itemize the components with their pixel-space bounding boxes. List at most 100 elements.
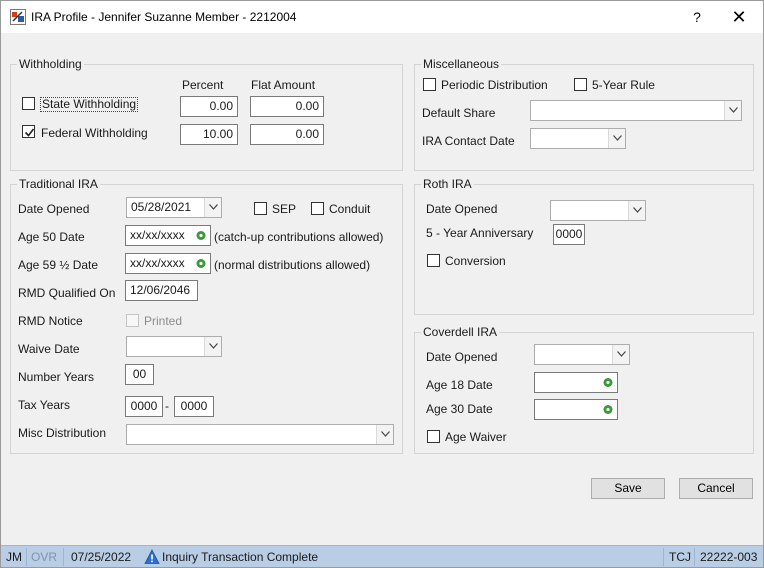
printed-checkbox xyxy=(126,314,139,327)
eye-icon[interactable] xyxy=(195,230,207,241)
trad-date-opened-dropdown[interactable] xyxy=(204,198,221,217)
coverdell-ira-legend: Coverdell IRA xyxy=(423,325,498,339)
eye-icon[interactable] xyxy=(602,404,614,415)
status-code: TCJ xyxy=(669,550,691,564)
age-30-date-input[interactable] xyxy=(534,399,618,420)
status-user: JM xyxy=(6,550,22,564)
number-years-input[interactable]: 00 xyxy=(125,364,154,385)
app-icon xyxy=(10,9,26,25)
eye-icon[interactable] xyxy=(602,377,614,388)
age-59-date-label: Age 59 ½ Date xyxy=(18,258,99,272)
conduit-checkbox[interactable] xyxy=(311,202,324,215)
waive-date-dropdown[interactable] xyxy=(204,337,221,356)
periodic-distribution-label[interactable]: Periodic Distribution xyxy=(441,78,548,92)
percent-header: Percent xyxy=(182,78,224,92)
age-30-date-label: Age 30 Date xyxy=(426,402,493,416)
federal-withholding-checkbox[interactable] xyxy=(22,125,35,138)
coverdell-date-opened-select[interactable] xyxy=(534,344,630,365)
coverdell-date-opened-label: Date Opened xyxy=(426,350,498,364)
flat-amount-header: Flat Amount xyxy=(251,78,316,92)
rmd-qualified-input[interactable]: 12/06/2046 xyxy=(125,280,198,301)
five-year-anniversary-label: 5 - Year Anniversary xyxy=(426,226,534,240)
rmd-notice-label: RMD Notice xyxy=(18,314,83,328)
federal-withholding-label[interactable]: Federal Withholding xyxy=(41,126,148,140)
ira-contact-date-dropdown[interactable] xyxy=(608,129,625,148)
chevron-down-icon xyxy=(209,204,218,210)
age-18-date-input[interactable] xyxy=(534,372,618,393)
close-button[interactable]: ✕ xyxy=(719,1,759,33)
chevron-down-icon xyxy=(381,431,390,437)
rmd-qualified-label: RMD Qualified On xyxy=(18,286,116,300)
miscellaneous-legend: Miscellaneous xyxy=(423,57,500,71)
printed-label: Printed xyxy=(144,314,183,328)
misc-distribution-select[interactable] xyxy=(126,424,394,445)
status-session: 22222-003 xyxy=(700,550,758,564)
age-59-note: (normal distributions allowed) xyxy=(214,258,371,272)
roth-date-opened-label: Date Opened xyxy=(426,202,498,216)
chevron-down-icon xyxy=(729,107,738,113)
ira-contact-date-select[interactable] xyxy=(530,128,626,149)
roth-ira-legend: Roth IRA xyxy=(423,177,472,191)
chevron-down-icon xyxy=(617,351,626,357)
federal-percent-input[interactable]: 10.00 xyxy=(180,124,238,145)
default-share-dropdown[interactable] xyxy=(724,101,741,120)
status-ovr: OVR xyxy=(31,550,58,564)
help-button[interactable]: ? xyxy=(677,1,717,33)
status-bar: JM OVR 07/25/2022 Inquiry Transaction Co… xyxy=(1,545,763,567)
five-year-rule-label[interactable]: 5-Year Rule xyxy=(592,78,655,92)
default-share-label: Default Share xyxy=(422,106,496,120)
number-years-label: Number Years xyxy=(18,370,95,384)
state-percent-input[interactable]: 0.00 xyxy=(180,96,238,117)
traditional-ira-legend: Traditional IRA xyxy=(19,177,98,191)
title-bar: IRA Profile - Jennifer Suzanne Member - … xyxy=(1,1,763,33)
sep-label[interactable]: SEP xyxy=(272,202,296,216)
ira-profile-window: IRA Profile - Jennifer Suzanne Member - … xyxy=(0,0,764,568)
conversion-checkbox[interactable] xyxy=(427,254,440,267)
tax-year-to-input[interactable]: 0000 xyxy=(174,396,214,417)
conduit-label[interactable]: Conduit xyxy=(329,202,370,216)
status-date: 07/25/2022 xyxy=(71,550,132,564)
warning-icon xyxy=(144,549,160,564)
roth-date-opened-select[interactable] xyxy=(550,200,646,221)
save-button[interactable]: Save xyxy=(591,478,665,499)
age-50-date-value: xx/xx/xxxx xyxy=(130,228,185,242)
status-message: Inquiry Transaction Complete xyxy=(162,550,319,564)
age-18-date-label: Age 18 Date xyxy=(426,378,493,392)
checkmark-icon xyxy=(24,128,35,137)
status-divider xyxy=(26,548,27,566)
five-year-anniversary-input[interactable]: 0000 xyxy=(553,224,585,245)
age-waiver-label[interactable]: Age Waiver xyxy=(445,430,507,444)
age-59-date-input[interactable]: xx/xx/xxxx xyxy=(125,253,211,274)
state-withholding-label[interactable]: State Withholding xyxy=(40,97,139,112)
state-withholding-checkbox[interactable] xyxy=(22,97,35,110)
waive-date-label: Waive Date xyxy=(18,342,80,356)
status-divider xyxy=(663,548,664,566)
periodic-distribution-checkbox[interactable] xyxy=(423,78,436,91)
chevron-down-icon xyxy=(209,343,218,349)
roth-ira-group: Roth IRA xyxy=(414,177,754,315)
tax-year-separator: - xyxy=(165,399,169,413)
cancel-button[interactable]: Cancel xyxy=(679,478,753,499)
age-59-date-value: xx/xx/xxxx xyxy=(130,256,185,270)
tax-year-from-input[interactable]: 0000 xyxy=(125,396,163,417)
roth-date-opened-dropdown[interactable] xyxy=(628,201,645,220)
trad-date-opened-label: Date Opened xyxy=(18,202,90,216)
five-year-rule-checkbox[interactable] xyxy=(574,78,587,91)
state-flat-input[interactable]: 0.00 xyxy=(250,96,324,117)
tax-years-label: Tax Years xyxy=(18,398,71,412)
age-50-date-input[interactable]: xx/xx/xxxx xyxy=(125,225,211,246)
coverdell-date-opened-dropdown[interactable] xyxy=(612,345,629,364)
sep-checkbox[interactable] xyxy=(254,202,267,215)
waive-date-select[interactable] xyxy=(126,336,222,357)
trad-date-opened-select[interactable]: 05/28/2021 xyxy=(126,197,222,218)
ira-contact-date-label: IRA Contact Date xyxy=(422,134,515,148)
eye-icon[interactable] xyxy=(195,258,207,269)
status-divider xyxy=(694,548,695,566)
window-title: IRA Profile - Jennifer Suzanne Member - … xyxy=(31,10,297,24)
federal-flat-input[interactable]: 0.00 xyxy=(250,124,324,145)
withholding-legend: Withholding xyxy=(19,57,82,71)
age-waiver-checkbox[interactable] xyxy=(427,430,440,443)
default-share-select[interactable] xyxy=(530,100,742,121)
conversion-label[interactable]: Conversion xyxy=(445,254,506,268)
misc-distribution-dropdown[interactable] xyxy=(376,425,393,444)
